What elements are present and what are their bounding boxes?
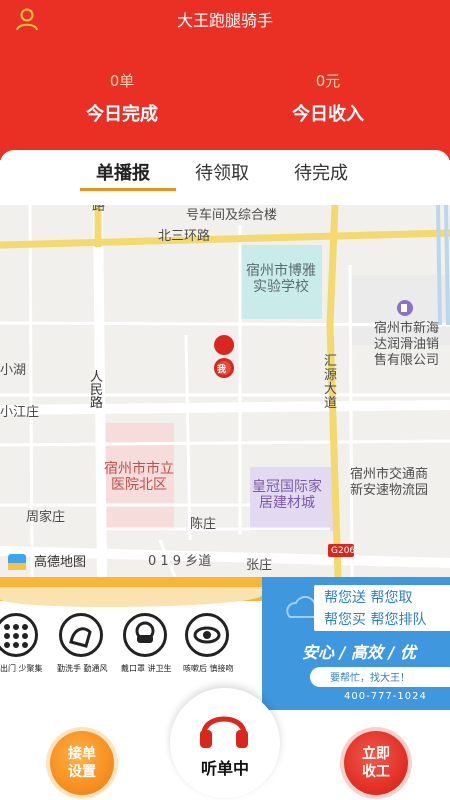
listening-label: 听单中 [200,759,249,778]
tip-stay-home: 少出门 少聚集 [0,613,43,674]
header: 大王跑腿骑手 0单 今日完成 0元 今日收入 [0,0,450,160]
tab-pending-pickup[interactable]: 待领取 [195,162,249,190]
finish-work-button[interactable]: 立即 收工 [344,731,408,795]
map-roads [0,205,450,577]
map-label-chenzhuang: 陈庄 [190,517,217,532]
map-label-lake: 小湖 [0,363,27,378]
map-label-xiaojiang: 小江庄 [0,405,40,420]
service-phone: 400-777-1024 [344,691,427,702]
crowd-icon [0,613,38,657]
tip-cough-text: 咳嗽后 慎接吻 [183,664,234,673]
map-label-road-top: 路 [92,205,106,214]
stat-completed: 0单 今日完成 [42,70,202,126]
stat-completed-value: 0单 [109,72,135,90]
service-line-2: 帮您买 帮您排队 [324,612,427,628]
map-label-workshop: 号车间及综合楼 [186,208,278,223]
map-label-g206: G206 [331,546,356,556]
map-label-school: 宿州市博雅 实验学校 [246,263,316,295]
stat-completed-label: 今日完成 [86,104,158,125]
tab-active-indicator [80,188,176,191]
map-label-zhoujia: 周家庄 [26,510,66,525]
tip-wash-hands-text: 勤洗手 勤通风 [57,664,108,673]
map-label-logistics: 宿州市交通商 新安速物流园 [350,467,429,498]
stat-income-label: 今日收入 [292,104,364,125]
eye-icon [185,613,229,657]
service-pill-text: 要帮忙，找大王！ [330,673,410,684]
map-label-gas-company: 宿州市新海 达润滑油销 售有限公司 [374,321,440,368]
map-view[interactable]: 路 号车间及综合楼 北三环路 宿州市博雅 实验学校 宿州市新海 达润滑油销 售有… [0,205,450,577]
service-slogan: 安心 / 高效 / 优 [302,643,416,662]
tip-cough: 咳嗽后 慎接吻 [183,613,234,674]
tab-order-broadcast[interactable]: 单播报 [96,162,150,190]
map-label-zhangzhuang: 张庄 [246,558,273,573]
tab-pending-complete[interactable]: 待完成 [294,162,348,190]
tip-stay-home-text: 少出门 少聚集 [0,664,43,673]
tip-wear-mask: 戴口罩 讲卫生 [121,613,172,674]
banner-service[interactable]: 帮您送 帮您取 帮您买 帮您排队 安心 / 高效 / 优 要帮忙，找大王！ 40… [262,577,450,710]
order-settings-button[interactable]: 接单 设置 [50,731,114,795]
finish-work-label: 立即 收工 [362,746,390,780]
map-label-huiyuan-road: 汇 源 大 道 [324,354,338,411]
map-label-hospital: 宿州市市立 医院北区 [104,461,174,493]
service-line-1: 帮您送 帮您取 [324,590,413,606]
tip-wear-mask-text: 戴口罩 讲卫生 [121,664,172,673]
mask-icon [123,613,167,657]
app-title: 大王跑腿骑手 [176,11,273,30]
map-label-me: 我 [217,365,227,375]
map-label-furniture-market: 皇冠国际家 居建材城 [252,479,322,511]
map-label-road-019: 0 1 9 乡道 [148,554,212,569]
gas-station-icon [397,300,413,316]
map-label-ring-road: 北三环路 [158,229,211,244]
order-settings-label: 接单 设置 [68,746,96,780]
stat-income-value: 0元 [315,72,341,90]
stat-income: 0元 今日收入 [248,70,408,126]
tip-wash-hands: 勤洗手 勤通风 [57,613,108,674]
map-label-renmin-road: 人 民 路 [90,370,104,411]
wash-hands-icon [59,613,103,657]
amap-logo: 高德地图 [34,555,87,570]
headphones-icon [200,716,248,748]
